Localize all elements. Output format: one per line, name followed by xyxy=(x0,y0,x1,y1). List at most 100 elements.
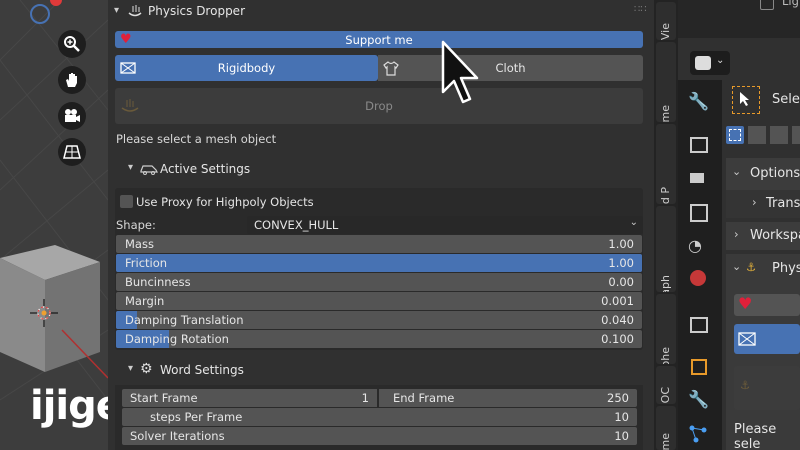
output-icon[interactable] xyxy=(688,168,710,190)
tab-quad-remesher[interactable]: Quad Reme xyxy=(656,42,676,122)
field-label: Solver Iterations xyxy=(130,429,225,443)
rigidbody-button[interactable]: Rigidbody xyxy=(115,55,378,81)
shape-dropdown[interactable]: CONVEX_HULL ⌄ xyxy=(247,216,643,234)
car-icon xyxy=(140,163,158,178)
mode-subtract-icon[interactable] xyxy=(770,126,788,144)
chevron-down-icon: ⌄ xyxy=(732,260,742,273)
tab-camera[interactable]: Came xyxy=(656,406,676,450)
bounciness-field[interactable]: Buncinness 0.00 xyxy=(116,273,642,291)
field-label: Damping Translation xyxy=(125,313,244,327)
tab-photographer[interactable]: Photograph xyxy=(656,206,676,292)
world-icon[interactable] xyxy=(688,268,710,290)
mode-invert-icon[interactable] xyxy=(792,126,800,144)
tab-label: Graswald P xyxy=(659,187,672,204)
mini-support-button[interactable]: ♥ xyxy=(734,294,800,316)
workspace-label: Workspa xyxy=(750,228,800,243)
end-frame-field[interactable]: End Frame 250 xyxy=(379,389,637,407)
solver-iterations-field[interactable]: Solver Iterations 10 xyxy=(122,427,637,445)
chevron-down-icon: ⌄ xyxy=(732,165,742,178)
mouse-cursor-icon xyxy=(441,40,479,104)
collapse-chevron-icon[interactable]: ▾ xyxy=(114,5,124,16)
tab-label: Photograph xyxy=(659,275,672,292)
mode-new-icon[interactable] xyxy=(726,126,744,144)
mini-hint-text: Please sele xyxy=(734,422,777,450)
options-header[interactable]: ⌄ Options xyxy=(726,158,800,190)
mini-rigidbody-button[interactable] xyxy=(734,324,800,354)
zoom-icon[interactable] xyxy=(58,30,86,58)
margin-field[interactable]: Margin 0.001 xyxy=(116,292,642,310)
outliner-item-label: Lig xyxy=(782,0,799,8)
support-me-button[interactable]: ♥ Support me xyxy=(115,31,643,48)
modifier-wrench-icon[interactable]: 🔧 xyxy=(688,390,710,412)
view-layer-icon[interactable] xyxy=(688,202,710,224)
start-frame-field[interactable]: Start Frame 1 xyxy=(122,389,377,407)
hand-pan-icon[interactable] xyxy=(58,66,86,94)
cloth-button[interactable]: Cloth xyxy=(378,55,643,81)
editor-type-selector[interactable]: ⌄ xyxy=(690,51,730,75)
drag-handle-icon[interactable]: ∷∷ xyxy=(634,4,647,15)
field-label: steps Per Frame xyxy=(150,410,243,424)
3d-viewport[interactable]: ijiges xyxy=(0,0,108,450)
select-tool-label: Sele xyxy=(772,92,800,107)
active-settings-title: Active Settings xyxy=(160,162,251,176)
workspace-header[interactable]: › Workspa xyxy=(726,222,800,250)
active-settings-chevron-icon[interactable]: ▾ xyxy=(128,162,133,173)
tab-label: OC xyxy=(659,387,672,404)
tab-view[interactable]: Vie xyxy=(656,2,676,40)
damping-rotation-field[interactable]: Damping Rotation 0.100 xyxy=(116,330,642,348)
physics-label: Phys xyxy=(772,261,800,276)
panel-title: Physics Dropper xyxy=(148,4,245,18)
tab-graswald[interactable]: Graswald P xyxy=(656,124,676,204)
options-label: Options xyxy=(750,166,800,181)
rigidbody-icon xyxy=(120,61,136,78)
transform-row[interactable]: › Trans xyxy=(726,190,800,218)
scene-icon[interactable]: ◔ xyxy=(688,236,710,258)
properties-tab-column: 🔧 ◔ 🔧 xyxy=(678,80,722,450)
shape-value: CONVEX_HULL xyxy=(254,218,339,232)
tab-atmosphere[interactable]: Atmosphe xyxy=(656,294,676,364)
mode-extend-icon[interactable] xyxy=(748,126,766,144)
axis-gizmo-icon[interactable] xyxy=(30,4,50,24)
chevron-right-icon: › xyxy=(734,227,739,241)
watermark-logo: ijiges xyxy=(30,383,108,429)
tab-oc[interactable]: OC xyxy=(656,366,676,404)
field-value: 10 xyxy=(614,429,629,443)
world-settings-title: Word Settings xyxy=(160,363,244,377)
transform-label: Trans xyxy=(766,196,800,211)
tool-settings-icon[interactable]: 🔧 xyxy=(688,92,710,114)
field-value: 1.00 xyxy=(608,256,634,270)
eye-icon[interactable] xyxy=(760,0,774,10)
tab-label: Quad Reme xyxy=(659,105,672,122)
heart-icon: ♥ xyxy=(738,294,753,313)
proxy-checkbox[interactable] xyxy=(120,195,133,208)
friction-field[interactable]: Friction 1.00 xyxy=(116,254,642,272)
world-settings-chevron-icon[interactable]: ▾ xyxy=(128,363,133,374)
support-me-label: Support me xyxy=(345,32,413,47)
object-icon[interactable] xyxy=(688,356,710,378)
substeps-field[interactable]: steps Per Frame 10 xyxy=(122,408,637,426)
physics-dropper-mini-panel: ⌄ ⚓ Phys ♥ ⚓ Please sele xyxy=(726,254,800,450)
drop-button[interactable]: Drop xyxy=(115,88,643,124)
cloth-label: Cloth xyxy=(495,61,526,75)
chevron-right-icon: › xyxy=(752,195,757,209)
grid-ortho-icon[interactable] xyxy=(58,138,86,166)
render-icon[interactable] xyxy=(688,134,710,156)
tab-label: Vie xyxy=(659,23,672,40)
field-value: 250 xyxy=(607,391,629,405)
mini-drop-button[interactable]: ⚓ xyxy=(734,366,800,410)
field-value: 0.001 xyxy=(601,294,634,308)
select-tool-icon[interactable] xyxy=(732,86,760,114)
particles-icon[interactable] xyxy=(688,424,710,446)
mass-field[interactable]: Mass 1.00 xyxy=(116,235,642,253)
camera-view-icon[interactable] xyxy=(58,102,86,130)
field-label: Mass xyxy=(125,237,154,251)
collection-icon[interactable] xyxy=(688,314,710,336)
shape-label: Shape: xyxy=(116,218,156,232)
proxy-label: Use Proxy for Highpoly Objects xyxy=(136,195,314,209)
field-label: End Frame xyxy=(393,391,455,405)
toggle-icon xyxy=(695,56,711,70)
hint-text: Please select a mesh object xyxy=(116,132,277,146)
damping-translation-field[interactable]: Damping Translation 0.040 xyxy=(116,311,642,329)
gear-icon: ⚙ xyxy=(140,361,153,377)
field-value: 1 xyxy=(361,391,369,405)
